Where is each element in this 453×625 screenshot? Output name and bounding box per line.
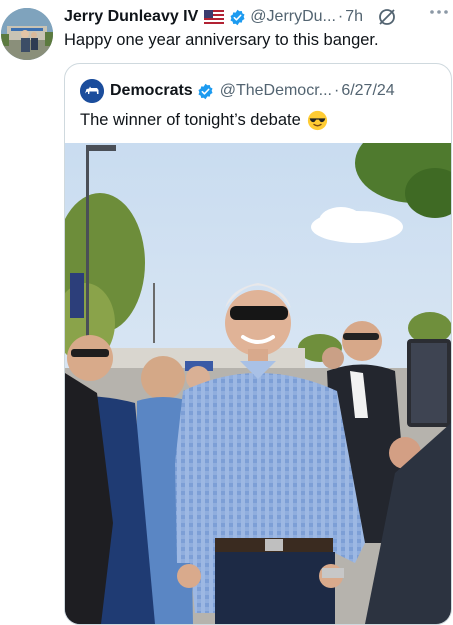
quote-author-name[interactable]: Democrats bbox=[110, 82, 193, 100]
time-separator: · bbox=[337, 8, 344, 25]
post-text: Happy one year anniversary to this bange… bbox=[64, 31, 379, 49]
avatar-image bbox=[1, 8, 53, 60]
verified-badge-icon[interactable] bbox=[229, 9, 246, 26]
grok-icon[interactable] bbox=[377, 7, 397, 27]
quote-date-separator: · bbox=[333, 82, 340, 99]
quote-photo[interactable] bbox=[65, 143, 451, 624]
author-handle[interactable]: @JerryDu... bbox=[250, 8, 336, 26]
quote-text-row: The winner of tonight’s debate bbox=[80, 110, 328, 131]
author-name[interactable]: Jerry Dunleavy IV bbox=[64, 8, 198, 26]
us-flag-icon bbox=[204, 10, 225, 24]
sunglasses-emoji-icon bbox=[307, 110, 327, 131]
verified-badge-icon[interactable] bbox=[197, 83, 214, 100]
quoted-post[interactable]: Democrats @TheDemocr... · 6/27/24 The wi… bbox=[64, 63, 452, 625]
democrats-donkey-logo[interactable] bbox=[80, 79, 104, 103]
quote-text: The winner of tonight’s debate bbox=[80, 111, 301, 129]
quote-date[interactable]: 6/27/24 bbox=[341, 82, 394, 100]
post-time[interactable]: 7h bbox=[345, 8, 363, 26]
author-avatar[interactable] bbox=[1, 8, 53, 60]
quote-author-handle[interactable]: @TheDemocr... bbox=[220, 82, 332, 100]
quote-header: Democrats @TheDemocr... · 6/27/24 bbox=[80, 79, 441, 103]
photo-image bbox=[65, 143, 451, 624]
more-options-icon[interactable] bbox=[429, 9, 449, 15]
post-header: Jerry Dunleavy IV @JerryDu... · 7h bbox=[64, 6, 453, 28]
